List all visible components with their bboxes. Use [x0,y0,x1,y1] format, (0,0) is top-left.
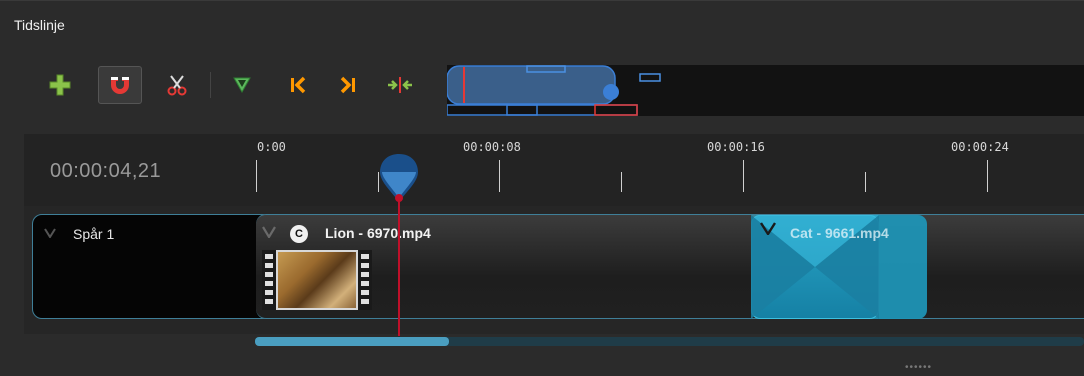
toolbar-separator [210,72,211,98]
panel-title: Tidslinje [14,17,65,33]
snapping-button[interactable] [98,66,142,104]
ruler-tick-label: 00:00:08 [463,140,521,154]
ruler-major-tick [743,160,744,192]
clip-caption-badge: C [290,225,308,243]
track-header[interactable] [32,214,272,319]
plus-icon [49,74,71,96]
ruler-minor-tick [865,172,866,192]
razor-button[interactable] [160,68,194,102]
ruler-major-tick [987,160,988,192]
jump-next-icon [340,76,355,94]
playhead-line [398,196,400,336]
ruler-minor-tick [621,172,622,192]
overview-map [446,65,661,116]
add-marker-button[interactable] [225,68,259,102]
resize-grip-icon[interactable]: •••••• [905,362,932,373]
clip-label: Cat - 9661.mp4 [790,225,889,241]
previous-marker-button[interactable] [281,68,315,102]
track-menu-chevron-icon[interactable] [44,228,56,238]
current-timecode: 00:00:04,21 [50,160,162,182]
ruler-tick-label: 00:00:16 [707,140,765,154]
scrollbar-thumb[interactable] [255,337,449,346]
center-icon [388,77,412,93]
marker-icon [233,77,251,94]
ruler-major-tick [256,160,257,192]
clip-menu-chevron-icon[interactable] [262,226,276,238]
timeline-overview[interactable] [446,65,1084,116]
magnet-icon [111,77,129,94]
jump-previous-icon [291,76,306,94]
track-name: Spår 1 [73,226,115,242]
clip-label: Lion - 6970.mp4 [325,225,431,241]
panel-border [0,0,1084,1]
playhead-handle-icon[interactable] [378,152,420,204]
ruler-tick-label: 00:00:24 [951,140,1009,154]
scissors-icon [167,75,187,96]
clip-menu-chevron-icon[interactable] [760,222,776,235]
time-ruler[interactable] [24,134,1084,206]
add-track-button[interactable] [43,68,77,102]
next-marker-button[interactable] [331,68,365,102]
lion-thumbnail-image [278,252,356,308]
ruler-tick-label: 0:00 [257,140,286,154]
ruler-major-tick [499,160,500,192]
center-playhead-button[interactable] [383,68,417,102]
